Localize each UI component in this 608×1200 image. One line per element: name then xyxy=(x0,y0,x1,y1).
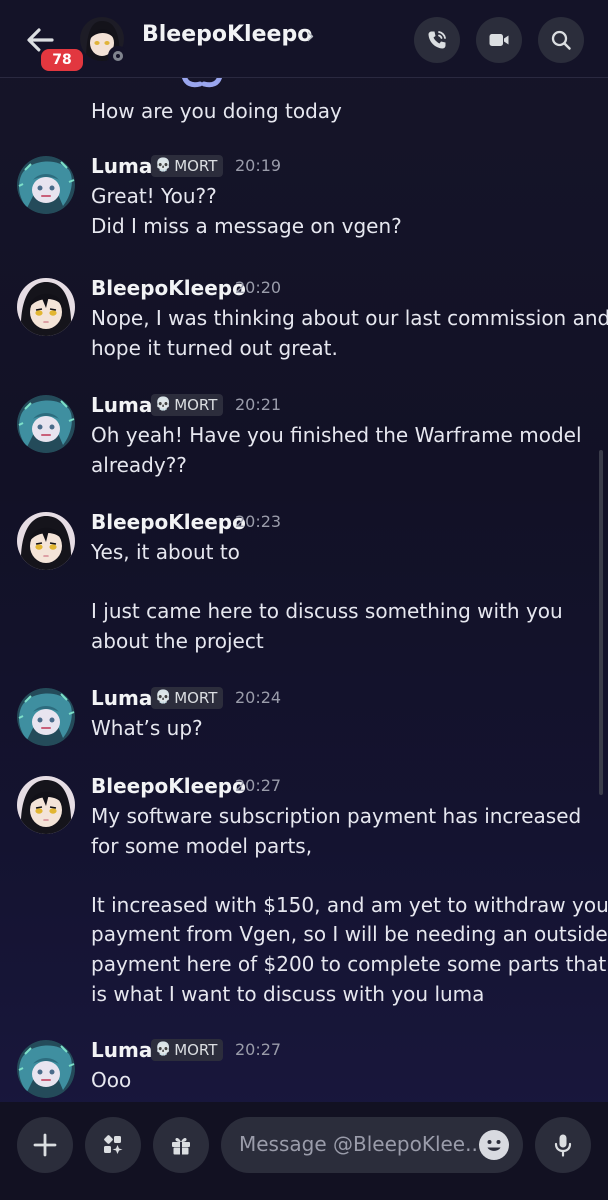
avatar-image xyxy=(17,688,75,746)
page-title[interactable]: BleepoKleepo xyxy=(142,22,312,47)
avatar-image xyxy=(17,395,75,453)
message-text: What’s up? xyxy=(91,716,203,740)
avatar-image xyxy=(17,512,75,570)
message-timestamp: 20:24 xyxy=(235,688,282,707)
avatar-image xyxy=(17,1040,75,1098)
avatar-image xyxy=(17,776,75,834)
message-timestamp: 20:20 xyxy=(235,278,282,297)
status-indicator xyxy=(108,46,128,66)
phone-icon xyxy=(428,31,446,49)
video-call-button[interactable] xyxy=(476,17,522,63)
emoji-icon[interactable] xyxy=(479,1130,509,1160)
avatar[interactable] xyxy=(17,688,75,746)
message-text: Ooo xyxy=(91,1068,132,1092)
apps-icon xyxy=(104,1135,123,1154)
avatar[interactable] xyxy=(17,512,75,570)
add-attachment-button[interactable] xyxy=(17,1117,73,1173)
message-text: Nope, I was thinking about our last comm… xyxy=(91,306,608,330)
message-timestamp: 20:27 xyxy=(235,776,282,795)
message-author[interactable]: Luma xyxy=(91,391,152,419)
message-text: already?? xyxy=(91,452,187,477)
gift-button[interactable] xyxy=(153,1117,209,1173)
avatar[interactable] xyxy=(17,776,75,834)
skull-icon: 💀 xyxy=(155,158,172,173)
message-timestamp: 20:27 xyxy=(235,1040,282,1059)
message-text: Did I miss a message on vgen? xyxy=(91,213,402,238)
sticker-fragment xyxy=(182,78,222,88)
role-tag[interactable]: 💀 MORT xyxy=(151,155,224,177)
plus-icon xyxy=(33,1133,57,1157)
search-button[interactable] xyxy=(538,17,584,63)
chat-header: 78 BleepoKleepo › xyxy=(0,0,608,78)
gift-icon xyxy=(172,1137,190,1155)
message-author[interactable]: Luma xyxy=(91,1036,152,1064)
voice-message-button[interactable] xyxy=(535,1117,591,1173)
message-text: Oh yeah! Have you finished the Warframe … xyxy=(91,423,582,447)
avatar[interactable] xyxy=(17,156,75,214)
role-tag[interactable]: 💀 MORT xyxy=(151,687,224,709)
message-text: payment here of $200 to complete some pa… xyxy=(91,952,607,976)
message-timestamp: 20:23 xyxy=(235,512,282,531)
avatar[interactable] xyxy=(17,395,75,453)
message-composer: Message @BleepoKlee.. xyxy=(0,1102,608,1200)
message-input[interactable]: Message @BleepoKlee.. xyxy=(221,1117,523,1173)
message-input-placeholder: Message @BleepoKlee.. xyxy=(239,1132,478,1156)
role-tag-label: MORT xyxy=(174,396,218,414)
avatar-image xyxy=(17,156,75,214)
skull-icon: 💀 xyxy=(155,397,172,412)
role-tag[interactable]: 💀 MORT xyxy=(151,1039,224,1061)
message-text: My software subscription payment has inc… xyxy=(91,804,582,828)
skull-icon: 💀 xyxy=(155,690,172,705)
video-icon xyxy=(489,34,509,46)
message-author[interactable]: BleepoKleepo xyxy=(91,508,246,536)
avatar[interactable] xyxy=(17,1040,75,1098)
message-list[interactable]: How are you doing today Luma 💀 MORT 20:19 Gr… xyxy=(0,78,608,1102)
message-text: payment from Vgen, so I will be needing … xyxy=(91,922,608,947)
message-text: for some model parts, xyxy=(91,833,313,858)
role-tag[interactable]: 💀 MORT xyxy=(151,394,224,416)
role-tag-label: MORT xyxy=(174,1041,218,1059)
message-timestamp: 20:19 xyxy=(235,156,282,175)
role-tag-label: MORT xyxy=(174,157,218,175)
message-text: Yes, it about to xyxy=(91,540,240,564)
microphone-icon xyxy=(554,1134,572,1157)
role-tag-label: MORT xyxy=(174,689,218,707)
message-text: I just came here to discuss something wi… xyxy=(91,599,563,624)
search-icon xyxy=(551,30,571,50)
voice-call-button[interactable] xyxy=(414,17,460,63)
message-author[interactable]: Luma xyxy=(91,152,152,180)
chevron-right-icon[interactable]: › xyxy=(306,24,315,49)
skull-icon: 💀 xyxy=(155,1042,172,1057)
apps-button[interactable] xyxy=(85,1117,141,1173)
message-author[interactable]: Luma xyxy=(91,684,152,712)
avatar[interactable] xyxy=(17,278,75,336)
message-text: hope it turned out great. xyxy=(91,335,338,360)
avatar-image xyxy=(17,278,75,336)
message-text: Great! You?? xyxy=(91,184,217,208)
message-text: about the project xyxy=(91,628,264,653)
scrollbar[interactable] xyxy=(599,450,603,795)
unread-badge: 78 xyxy=(38,46,86,74)
message-author[interactable]: BleepoKleepo xyxy=(91,274,246,302)
message-timestamp: 20:21 xyxy=(235,395,282,414)
message-text: It increased with $150, and am yet to wi… xyxy=(91,892,608,917)
message-text: How are you doing today xyxy=(91,99,342,123)
message-author[interactable]: BleepoKleepo xyxy=(91,772,246,800)
message-text: is what I want to discuss with you luma xyxy=(91,981,485,1006)
